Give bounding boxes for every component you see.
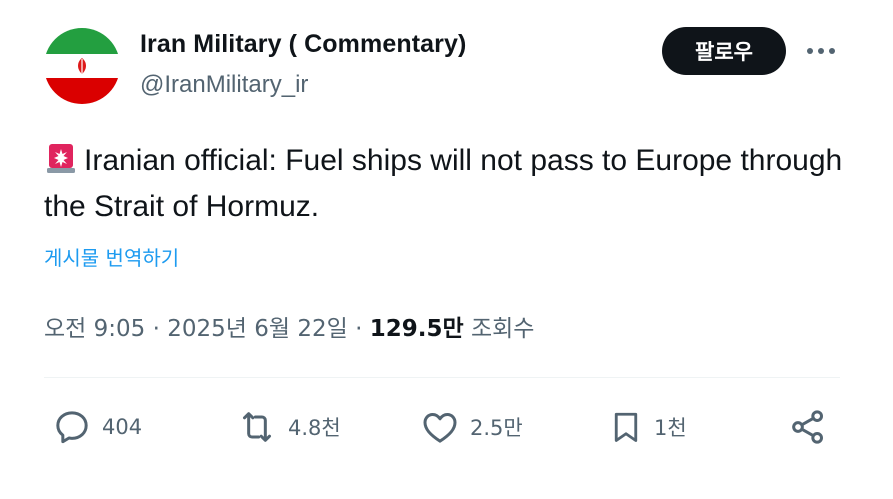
iran-flag-avatar [44, 28, 120, 104]
bookmark-count: 1천 [654, 416, 687, 440]
retweet-count: 4.8천 [288, 416, 341, 440]
reply-count: 404 [102, 415, 143, 439]
views-label: 조회수 [470, 316, 535, 342]
tweet-meta: 오전 9:05 · 2025년 6월 22일 · 129.5만 조회수 [44, 309, 534, 343]
bookmark-button[interactable]: 1천 [608, 405, 687, 449]
reply-icon [56, 411, 88, 444]
share-icon [792, 410, 823, 444]
avatar[interactable] [44, 28, 120, 104]
views-count: 129.5만 [369, 316, 464, 342]
siren-emoji [47, 144, 75, 173]
tweet-date[interactable]: 2025년 6월 22일 [167, 316, 348, 342]
share-button[interactable] [788, 405, 828, 449]
retweet-icon [243, 412, 271, 442]
retweet-button[interactable]: 4.8천 [236, 405, 341, 449]
action-bar: 404 4.8천 2.5만 1천 [0, 405, 893, 449]
tweet-body: Iranian official: Fuel ships will not pa… [44, 144, 843, 223]
user-handle[interactable]: @IranMilitary_ir [140, 71, 308, 99]
translate-link[interactable]: 게시물 번역하기 [44, 242, 179, 271]
follow-button[interactable]: 팔로우 [662, 27, 786, 75]
divider [44, 377, 840, 378]
bookmark-icon [614, 412, 638, 442]
like-button[interactable]: 2.5만 [420, 405, 523, 449]
tweet-text: Iranian official: Fuel ships will not pa… [44, 138, 864, 230]
reply-button[interactable]: 404 [52, 405, 142, 449]
like-count: 2.5만 [470, 416, 523, 440]
more-options-button[interactable] [804, 34, 838, 68]
display-name[interactable]: Iran Military ( Commentary) [140, 30, 466, 59]
more-dots-icon [807, 48, 835, 54]
meta-separator: · [355, 316, 363, 342]
meta-separator: · [152, 316, 160, 342]
tweet-time[interactable]: 오전 9:05 [44, 316, 145, 342]
heart-icon [423, 413, 457, 443]
